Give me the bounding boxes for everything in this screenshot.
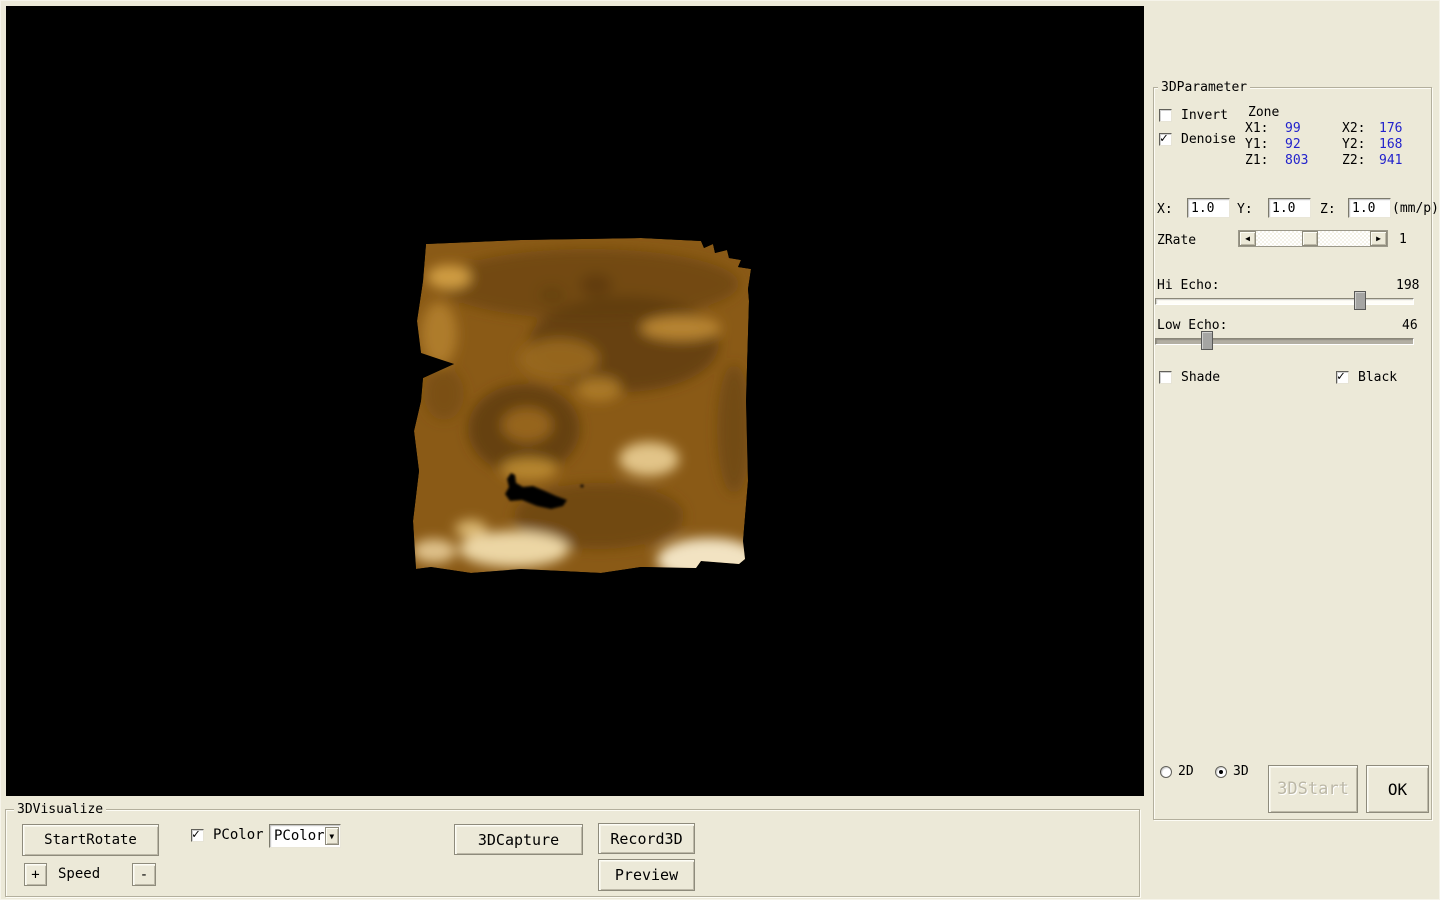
invert-label: Invert [1181,108,1228,123]
low-echo-thumb[interactable] [1201,331,1213,350]
zrate-track[interactable] [1256,231,1370,246]
zrate-left-arrow[interactable]: ◀ [1239,231,1256,246]
zone-y2-value: 168 [1379,137,1402,152]
ok-button[interactable]: OK [1366,765,1429,813]
pcolor-select-value: PColor [270,828,325,844]
speed-minus-button[interactable]: - [132,863,156,886]
zrate-scrollbar: ◀ ▶ [1238,230,1388,247]
parameter-groupbox-title: 3DParameter [1158,80,1250,95]
zone-x2-label: X2: [1342,121,1365,136]
hi-echo-slider [1155,290,1414,310]
pcolor-checkbox[interactable] [191,829,204,842]
z-scale-input[interactable] [1348,198,1391,218]
start-rotate-button[interactable]: StartRotate [22,824,159,856]
zone-y1-label: Y1: [1245,137,1268,152]
zone-z1-value: 803 [1285,153,1308,168]
x-scale-label: X: [1157,202,1173,217]
low-echo-slider [1155,330,1414,350]
3d-viewport[interactable] [6,6,1144,796]
zone-z2-label: Z2: [1342,153,1365,168]
3dstart-button[interactable]: 3DStart [1268,765,1358,813]
zone-x1-value: 99 [1285,121,1301,136]
mode-3d-radio[interactable] [1215,766,1227,778]
zone-x2-value: 176 [1379,121,1402,136]
low-echo-track[interactable] [1155,338,1414,345]
pcolor-select[interactable]: PColor ▼ [269,824,341,848]
shade-checkbox[interactable] [1159,371,1172,384]
mode-3d-label: 3D [1233,764,1249,779]
zone-y1-value: 92 [1285,137,1301,152]
zone-z1-label: Z1: [1245,153,1268,168]
zrate-thumb[interactable] [1302,231,1318,246]
preview-button[interactable]: Preview [598,859,695,891]
denoise-checkbox[interactable] [1159,133,1172,146]
hi-echo-thumb[interactable] [1354,291,1366,310]
denoise-label: Denoise [1181,132,1236,147]
visualize-groupbox: 3DVisualize StartRotate + Speed - PColor… [5,809,1140,897]
pcolor-label: PColor [213,828,264,843]
zrate-value: 1 [1399,232,1407,247]
black-label: Black [1358,370,1397,385]
parameter-groupbox: 3DParameter Invert Denoise Zone X1: 99 X… [1153,87,1432,820]
z-scale-label: Z: [1320,202,1336,217]
pcolor-select-dropdown-icon[interactable]: ▼ [325,827,339,845]
invert-checkbox[interactable] [1159,109,1172,122]
scale-unit-label: (mm/p) [1392,201,1439,216]
speed-label: Speed [58,867,100,882]
zrate-right-arrow[interactable]: ▶ [1370,231,1387,246]
record3d-button[interactable]: Record3D [598,823,695,854]
mode-2d-radio[interactable] [1160,766,1172,778]
visualize-groupbox-title: 3DVisualize [14,802,106,817]
hi-echo-track[interactable] [1155,298,1414,305]
zrate-label: ZRate [1157,233,1196,248]
zone-y2-label: Y2: [1342,137,1365,152]
ultrasound-volume-render [409,229,759,581]
zone-z2-value: 941 [1379,153,1402,168]
zone-title: Zone [1248,105,1279,120]
3dcapture-button[interactable]: 3DCapture [454,824,583,855]
y-scale-label: Y: [1237,202,1253,217]
app-window: 3DParameter Invert Denoise Zone X1: 99 X… [0,0,1440,900]
y-scale-input[interactable] [1268,198,1311,218]
black-checkbox[interactable] [1336,371,1349,384]
zone-x1-label: X1: [1245,121,1268,136]
shade-label: Shade [1181,370,1220,385]
mode-2d-label: 2D [1178,764,1194,779]
x-scale-input[interactable] [1187,198,1230,218]
speed-plus-button[interactable]: + [24,863,47,886]
